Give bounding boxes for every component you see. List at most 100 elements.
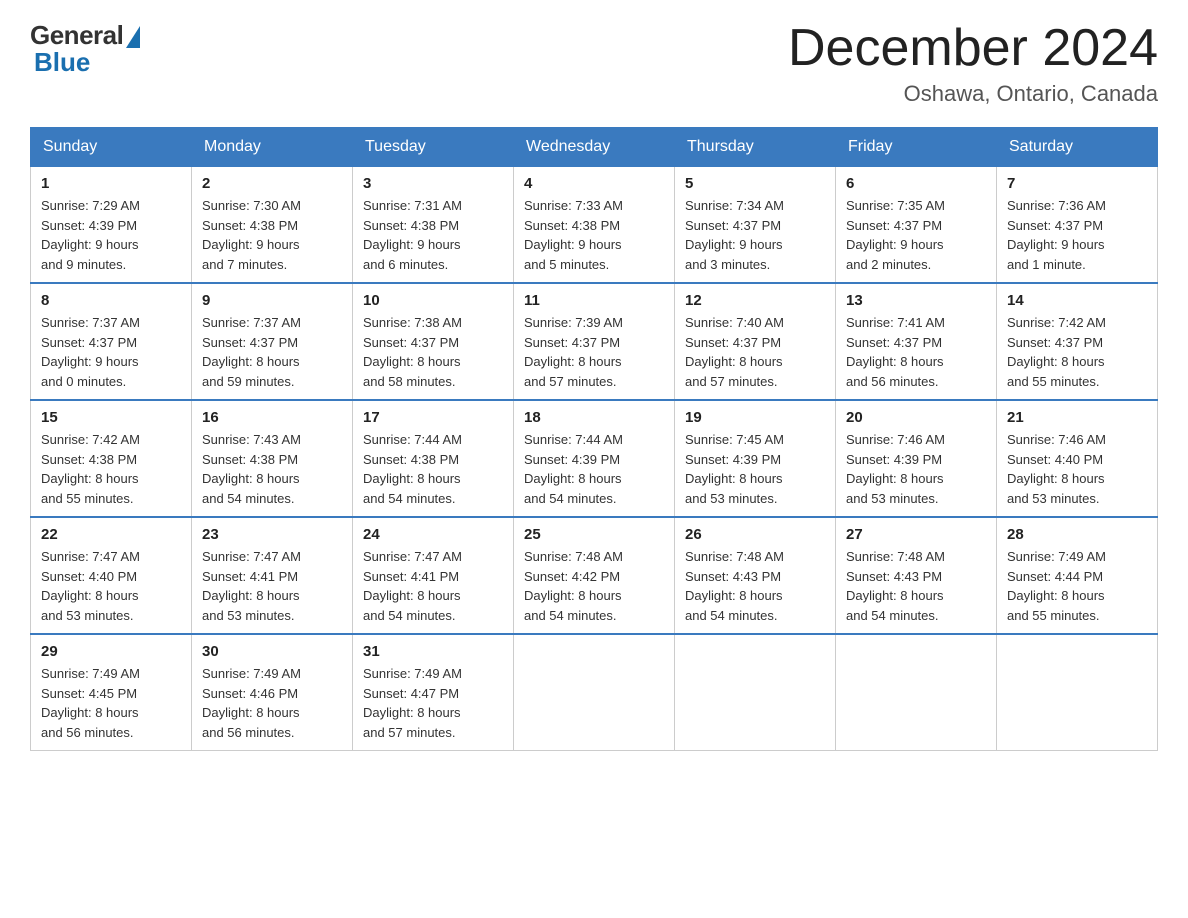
day-info: Sunrise: 7:44 AMSunset: 4:38 PMDaylight:… [363, 430, 503, 508]
day-info: Sunrise: 7:49 AMSunset: 4:47 PMDaylight:… [363, 664, 503, 742]
table-row: 12 Sunrise: 7:40 AMSunset: 4:37 PMDaylig… [675, 283, 836, 400]
day-info: Sunrise: 7:29 AMSunset: 4:39 PMDaylight:… [41, 196, 181, 274]
day-number: 12 [685, 292, 825, 309]
table-row: 17 Sunrise: 7:44 AMSunset: 4:38 PMDaylig… [353, 400, 514, 517]
table-row: 25 Sunrise: 7:48 AMSunset: 4:42 PMDaylig… [514, 517, 675, 634]
day-number: 30 [202, 643, 342, 660]
col-thursday: Thursday [675, 128, 836, 167]
day-info: Sunrise: 7:47 AMSunset: 4:41 PMDaylight:… [363, 547, 503, 625]
table-row: 8 Sunrise: 7:37 AMSunset: 4:37 PMDayligh… [31, 283, 192, 400]
day-number: 20 [846, 409, 986, 426]
table-row: 11 Sunrise: 7:39 AMSunset: 4:37 PMDaylig… [514, 283, 675, 400]
day-info: Sunrise: 7:37 AMSunset: 4:37 PMDaylight:… [41, 313, 181, 391]
table-row: 16 Sunrise: 7:43 AMSunset: 4:38 PMDaylig… [192, 400, 353, 517]
day-info: Sunrise: 7:35 AMSunset: 4:37 PMDaylight:… [846, 196, 986, 274]
table-row: 2 Sunrise: 7:30 AMSunset: 4:38 PMDayligh… [192, 167, 353, 284]
day-number: 27 [846, 526, 986, 543]
day-info: Sunrise: 7:43 AMSunset: 4:38 PMDaylight:… [202, 430, 342, 508]
day-number: 19 [685, 409, 825, 426]
table-row: 7 Sunrise: 7:36 AMSunset: 4:37 PMDayligh… [997, 167, 1158, 284]
day-info: Sunrise: 7:37 AMSunset: 4:37 PMDaylight:… [202, 313, 342, 391]
table-row: 26 Sunrise: 7:48 AMSunset: 4:43 PMDaylig… [675, 517, 836, 634]
day-number: 8 [41, 292, 181, 309]
location-text: Oshawa, Ontario, Canada [788, 81, 1158, 107]
table-row: 14 Sunrise: 7:42 AMSunset: 4:37 PMDaylig… [997, 283, 1158, 400]
table-row: 20 Sunrise: 7:46 AMSunset: 4:39 PMDaylig… [836, 400, 997, 517]
day-number: 11 [524, 292, 664, 309]
day-info: Sunrise: 7:44 AMSunset: 4:39 PMDaylight:… [524, 430, 664, 508]
col-monday: Monday [192, 128, 353, 167]
col-tuesday: Tuesday [353, 128, 514, 167]
calendar-week-row: 29 Sunrise: 7:49 AMSunset: 4:45 PMDaylig… [31, 634, 1158, 751]
title-block: December 2024 Oshawa, Ontario, Canada [788, 20, 1158, 107]
table-row: 22 Sunrise: 7:47 AMSunset: 4:40 PMDaylig… [31, 517, 192, 634]
day-info: Sunrise: 7:31 AMSunset: 4:38 PMDaylight:… [363, 196, 503, 274]
table-row [997, 634, 1158, 751]
day-number: 25 [524, 526, 664, 543]
calendar-week-row: 1 Sunrise: 7:29 AMSunset: 4:39 PMDayligh… [31, 167, 1158, 284]
calendar-week-row: 22 Sunrise: 7:47 AMSunset: 4:40 PMDaylig… [31, 517, 1158, 634]
day-number: 29 [41, 643, 181, 660]
day-info: Sunrise: 7:47 AMSunset: 4:40 PMDaylight:… [41, 547, 181, 625]
col-saturday: Saturday [997, 128, 1158, 167]
day-number: 15 [41, 409, 181, 426]
day-info: Sunrise: 7:34 AMSunset: 4:37 PMDaylight:… [685, 196, 825, 274]
day-number: 2 [202, 175, 342, 192]
day-info: Sunrise: 7:46 AMSunset: 4:40 PMDaylight:… [1007, 430, 1147, 508]
day-number: 1 [41, 175, 181, 192]
table-row [836, 634, 997, 751]
day-info: Sunrise: 7:38 AMSunset: 4:37 PMDaylight:… [363, 313, 503, 391]
table-row: 28 Sunrise: 7:49 AMSunset: 4:44 PMDaylig… [997, 517, 1158, 634]
col-wednesday: Wednesday [514, 128, 675, 167]
table-row: 1 Sunrise: 7:29 AMSunset: 4:39 PMDayligh… [31, 167, 192, 284]
day-info: Sunrise: 7:48 AMSunset: 4:43 PMDaylight:… [846, 547, 986, 625]
day-info: Sunrise: 7:49 AMSunset: 4:45 PMDaylight:… [41, 664, 181, 742]
table-row [675, 634, 836, 751]
logo: General Blue [30, 20, 140, 78]
table-row [514, 634, 675, 751]
day-info: Sunrise: 7:49 AMSunset: 4:46 PMDaylight:… [202, 664, 342, 742]
table-row: 29 Sunrise: 7:49 AMSunset: 4:45 PMDaylig… [31, 634, 192, 751]
day-number: 24 [363, 526, 503, 543]
day-info: Sunrise: 7:42 AMSunset: 4:38 PMDaylight:… [41, 430, 181, 508]
day-info: Sunrise: 7:47 AMSunset: 4:41 PMDaylight:… [202, 547, 342, 625]
table-row: 30 Sunrise: 7:49 AMSunset: 4:46 PMDaylig… [192, 634, 353, 751]
day-number: 31 [363, 643, 503, 660]
day-number: 5 [685, 175, 825, 192]
page-header: General Blue December 2024 Oshawa, Ontar… [30, 20, 1158, 107]
day-info: Sunrise: 7:40 AMSunset: 4:37 PMDaylight:… [685, 313, 825, 391]
month-title: December 2024 [788, 20, 1158, 77]
day-info: Sunrise: 7:48 AMSunset: 4:43 PMDaylight:… [685, 547, 825, 625]
calendar-week-row: 8 Sunrise: 7:37 AMSunset: 4:37 PMDayligh… [31, 283, 1158, 400]
table-row: 24 Sunrise: 7:47 AMSunset: 4:41 PMDaylig… [353, 517, 514, 634]
day-number: 4 [524, 175, 664, 192]
logo-triangle-icon [126, 26, 140, 48]
day-info: Sunrise: 7:46 AMSunset: 4:39 PMDaylight:… [846, 430, 986, 508]
day-number: 28 [1007, 526, 1147, 543]
table-row: 10 Sunrise: 7:38 AMSunset: 4:37 PMDaylig… [353, 283, 514, 400]
table-row: 13 Sunrise: 7:41 AMSunset: 4:37 PMDaylig… [836, 283, 997, 400]
day-info: Sunrise: 7:42 AMSunset: 4:37 PMDaylight:… [1007, 313, 1147, 391]
day-number: 21 [1007, 409, 1147, 426]
table-row: 19 Sunrise: 7:45 AMSunset: 4:39 PMDaylig… [675, 400, 836, 517]
day-info: Sunrise: 7:39 AMSunset: 4:37 PMDaylight:… [524, 313, 664, 391]
day-info: Sunrise: 7:48 AMSunset: 4:42 PMDaylight:… [524, 547, 664, 625]
table-row: 21 Sunrise: 7:46 AMSunset: 4:40 PMDaylig… [997, 400, 1158, 517]
day-number: 7 [1007, 175, 1147, 192]
calendar-week-row: 15 Sunrise: 7:42 AMSunset: 4:38 PMDaylig… [31, 400, 1158, 517]
col-sunday: Sunday [31, 128, 192, 167]
day-info: Sunrise: 7:36 AMSunset: 4:37 PMDaylight:… [1007, 196, 1147, 274]
day-info: Sunrise: 7:33 AMSunset: 4:38 PMDaylight:… [524, 196, 664, 274]
day-number: 26 [685, 526, 825, 543]
day-number: 18 [524, 409, 664, 426]
day-info: Sunrise: 7:41 AMSunset: 4:37 PMDaylight:… [846, 313, 986, 391]
day-number: 14 [1007, 292, 1147, 309]
table-row: 3 Sunrise: 7:31 AMSunset: 4:38 PMDayligh… [353, 167, 514, 284]
table-row: 6 Sunrise: 7:35 AMSunset: 4:37 PMDayligh… [836, 167, 997, 284]
table-row: 23 Sunrise: 7:47 AMSunset: 4:41 PMDaylig… [192, 517, 353, 634]
day-number: 23 [202, 526, 342, 543]
day-number: 3 [363, 175, 503, 192]
table-row: 9 Sunrise: 7:37 AMSunset: 4:37 PMDayligh… [192, 283, 353, 400]
calendar-table: Sunday Monday Tuesday Wednesday Thursday… [30, 127, 1158, 751]
col-friday: Friday [836, 128, 997, 167]
